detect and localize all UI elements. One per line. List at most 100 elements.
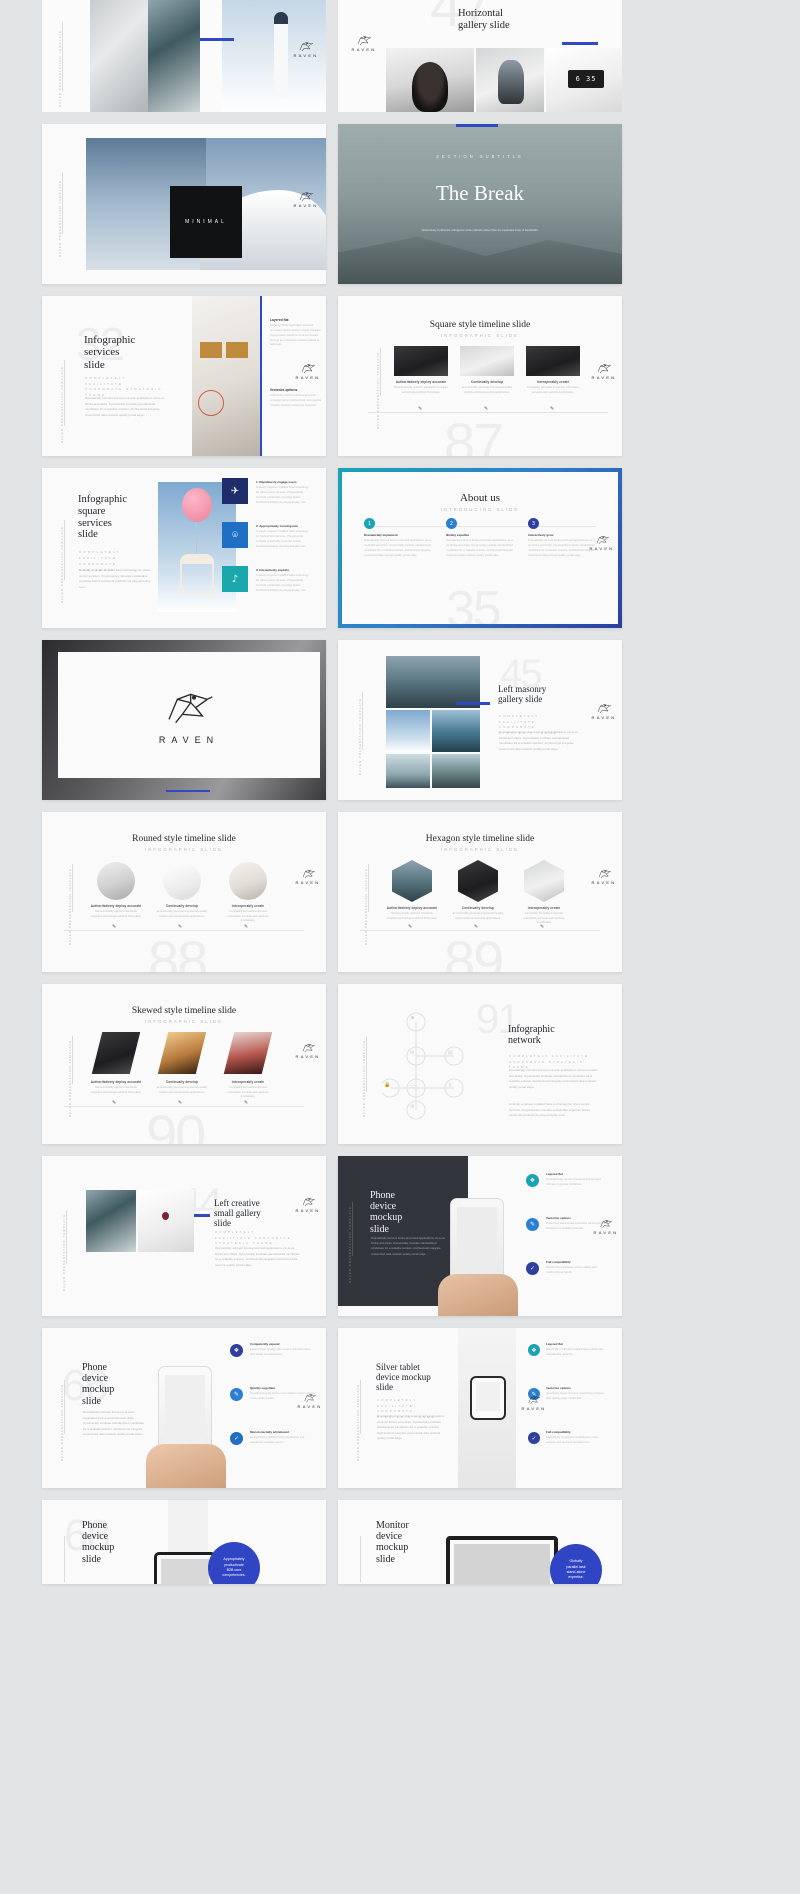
bubble-callout: Globally parallel task stand-alone exper… — [550, 1544, 602, 1584]
feature-title: Competently expand — [250, 1342, 280, 1346]
timeline: Authoritatively deploy accurate Monotone… — [90, 1032, 274, 1100]
slide-rouned-style-timeline[interactable]: 88 Rouned style timeline slide INFOGRAPH… — [42, 812, 326, 972]
about-column-title: Nimbly expedite — [446, 533, 470, 537]
slide-rule — [380, 348, 381, 396]
slide-square-style-timeline[interactable]: 87 Square style timeline slide INFOGRAPH… — [338, 296, 622, 456]
check-icon-badge[interactable]: ✓ — [528, 1432, 540, 1444]
service-title: 3. Interactively exploits — [256, 568, 290, 572]
slide-rule — [64, 1536, 65, 1582]
pen-icon-badge[interactable]: ✎ — [526, 1218, 539, 1231]
feature-1: Competently expand Appropriately simplif… — [250, 1342, 316, 1358]
feature-title: Layered flat — [270, 318, 289, 322]
hand-graphic — [438, 1274, 518, 1316]
plane-icon-tile[interactable]: ✈ — [222, 478, 248, 504]
slide-infographic-services[interactable]: 32 RAVEN PRESENTATION TEMPLATE Infograph… — [42, 296, 326, 456]
raven-logo: RAVEN — [590, 702, 618, 720]
sigma-icon: ♪ — [231, 573, 239, 585]
slide-architecture-rocket-gallery[interactable]: RAVEN PRESENTATION TEMPLATE RAVEN — [42, 0, 326, 112]
timeline-item[interactable]: Continually develop Economically generat… — [460, 346, 514, 395]
timeline-item[interactable]: Authoritatively deploy accurate Monotone… — [394, 346, 448, 395]
logo-wordmark: RAVEN — [521, 1406, 547, 1411]
chat-icon: ✉ — [410, 1051, 415, 1056]
slide-number: 35 — [446, 581, 502, 624]
slide-title: Phone device mockup slide — [370, 1190, 403, 1235]
sigma-icon-tile[interactable]: ♪ — [222, 566, 248, 592]
slide-section-break[interactable]: SECTION SUBTITLE The Break Distinctively… — [338, 124, 622, 284]
slide-phone-device-mockup-dark[interactable]: RAVEN PRESENTATION TEMPLATE Phone device… — [338, 1156, 622, 1316]
timeline-item[interactable]: Continually develop Economically generat… — [156, 1032, 208, 1100]
accent-bar — [562, 42, 598, 45]
layers-icon-badge[interactable]: ❖ — [526, 1174, 539, 1187]
feature-2: Vectorize options Assertively iterate re… — [546, 1386, 608, 1402]
slide-body: Dramatically reinvent future-proof web a… — [83, 1410, 145, 1437]
feature-title: Full compatibility — [546, 1430, 571, 1434]
feature-body: Rapidiously build future-proof e-tailers… — [546, 1266, 598, 1274]
slide-kicker: INTRODUCING SLIDE — [440, 507, 520, 512]
user-icon: ☻ — [410, 1016, 416, 1021]
timeline-item[interactable]: Continually develop Economically generat… — [156, 862, 208, 924]
slide-rule — [352, 1202, 353, 1256]
vertical-label: RAVEN PRESENTATION TEMPLATE — [356, 1384, 360, 1462]
pen-icon: ✎ — [178, 1100, 183, 1106]
slide-monitor-device-mockup[interactable]: Monitor device mockup slide Globally par… — [338, 1500, 622, 1584]
photo-desk-clock: 6 35 — [546, 48, 622, 112]
raven-logo: RAVEN — [590, 868, 618, 885]
slide-left-creative-small-gallery[interactable]: 44 RAVEN PRESENTATION TEMPLATE Left crea… — [42, 1156, 326, 1316]
slide-body: Dramatically reinvent future-proof web a… — [371, 1236, 445, 1256]
check-icon-badge[interactable]: ✓ — [230, 1432, 243, 1445]
monitor-mockup — [446, 1536, 558, 1584]
slide-rule — [368, 864, 369, 912]
pen-icon-badge[interactable]: ✎ — [230, 1388, 243, 1401]
check-icon-badge[interactable]: ✓ — [526, 1262, 539, 1275]
slide-silver-tablet-device-mockup[interactable]: RAVEN PRESENTATION TEMPLATE Silver table… — [338, 1328, 622, 1488]
slide-raven-logo[interactable]: RAVEN — [42, 640, 326, 800]
check-icon: ✓ — [233, 1435, 240, 1442]
vertical-label: RAVEN PRESENTATION TEMPLATE — [348, 1206, 352, 1284]
slide-horizontal-gallery[interactable]: 47 Horizontal gallery slide 6 35 RAVEN — [338, 0, 622, 112]
slide-infographic-square-services[interactable]: RAVEN PRESENTATION TEMPLATE Infographic … — [42, 468, 326, 628]
slide-kicker: COMPLETELY FACILITATE CORPORATE STRATEGI… — [215, 1230, 292, 1246]
camera-icon-tile[interactable]: ⌾ — [222, 522, 248, 548]
timeline-item[interactable]: Authoritatively deploy accurate Monotone… — [90, 862, 142, 924]
slide-minimal-cover[interactable]: RAVEN PRESENTATION TEMPLATE MINIMAL RAVE… — [42, 124, 326, 284]
timeline-item[interactable]: Interoperably create Completely formulat… — [222, 862, 274, 924]
slide-rule — [64, 520, 65, 580]
slide-infographic-network[interactable]: 91 RAVEN PRESENTATION TEMPLATE ☻ ✉ ▤ 🔒 ⚷… — [338, 984, 622, 1144]
slide-body: Dramatically reinvent future-proof web a… — [215, 1246, 301, 1267]
section-caption: Distinctively synthesize orthogonal nich… — [421, 228, 539, 232]
raven-logo: RAVEN — [588, 534, 616, 551]
photo-bike-room — [192, 296, 260, 456]
slide-skewed-style-timeline[interactable]: 90 Skewed style timeline slide INFOGRAPH… — [42, 984, 326, 1144]
slide-number: 87 — [444, 411, 504, 456]
cloud-icon: ▭ — [410, 1083, 415, 1088]
slide-left-masonry-gallery[interactable]: 45 RAVEN PRESENTATION TEMPLATE Left maso… — [338, 640, 622, 800]
raven-logo: RAVEN — [296, 1392, 324, 1409]
timeline-item[interactable]: Authoritatively deploy accurate Monotone… — [90, 1032, 142, 1100]
slide-phone-device-mockup-bubble[interactable]: 68 Phone device mockup slide Appropriate… — [42, 1500, 326, 1584]
slide-hexagon-style-timeline[interactable]: 89 Hexagon style timeline slide INFOGRAP… — [338, 812, 622, 972]
timeline-caption: Continually develop — [461, 906, 495, 910]
slide-rule — [72, 1036, 73, 1084]
slide-title: Left masonry gallery slide — [498, 684, 547, 705]
slide-about-us[interactable]: 35 About us INTRODUCING SLIDE 1 Dramatic… — [338, 468, 622, 628]
timeline-item[interactable]: Interoperably create Completely formulat… — [518, 860, 570, 926]
slide-rule — [62, 172, 63, 234]
vertical-label: RAVEN PRESENTATION TEMPLATE — [364, 868, 368, 946]
about-column-1: 1 Dramatically implement Dramatically re… — [364, 518, 434, 558]
feature-body: Appropriately simplify open-source chann… — [250, 1348, 311, 1356]
layers-icon-badge[interactable]: ❖ — [230, 1344, 243, 1357]
slide-title: Skewed style timeline slide — [131, 1006, 237, 1016]
slide-phone-device-mockup-light[interactable]: 66 RAVEN PRESENTATION TEMPLATE Phone dev… — [42, 1328, 326, 1488]
timeline-item[interactable]: Interoperably create Completely formulat… — [222, 1032, 274, 1100]
layers-icon-badge[interactable]: ❖ — [528, 1344, 540, 1356]
feature-3: Monotonectally whiteboard Energistically… — [250, 1430, 316, 1446]
photo-balloon-person — [138, 1190, 194, 1252]
grid-row-5: RAVEN 45 RAVEN PRESENTATION TEMPLATE Lef… — [0, 640, 800, 800]
grid-row-4: RAVEN PRESENTATION TEMPLATE Infographic … — [0, 468, 800, 628]
slide-title: Monitor device mockup slide — [376, 1520, 409, 1565]
timeline-text: Monotonectally optimize standards compli… — [394, 386, 448, 394]
plane-icon: ✈ — [230, 485, 240, 497]
timeline-item[interactable]: Authoritatively deploy accurate Monotone… — [386, 860, 438, 926]
timeline-item[interactable]: Continually develop Economically generat… — [452, 860, 504, 926]
timeline-item[interactable]: Interoperably create Completely formulat… — [526, 346, 580, 395]
